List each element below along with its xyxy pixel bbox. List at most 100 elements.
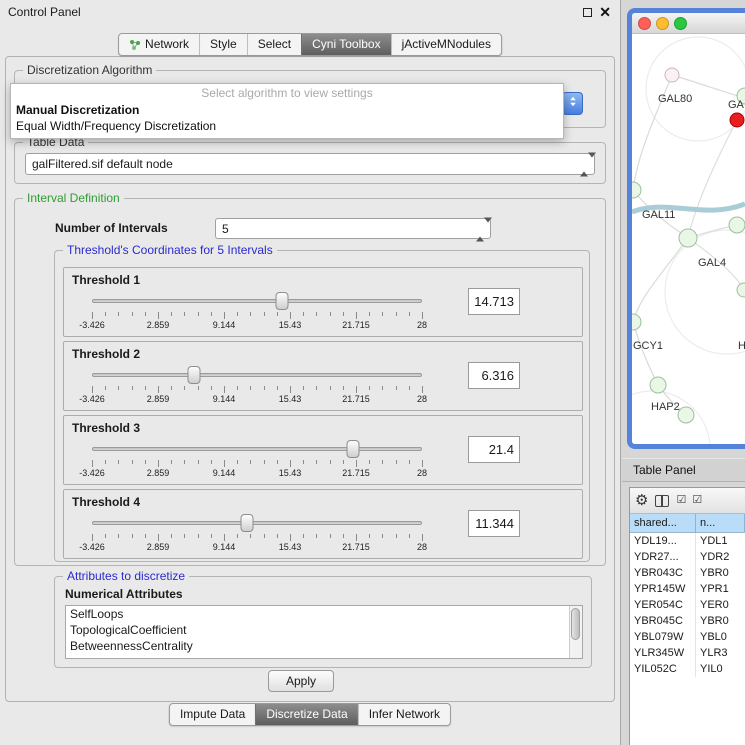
- tab-jactivemnodules[interactable]: jActiveMNodules: [391, 34, 501, 55]
- tick-mark: [290, 460, 291, 467]
- table-row[interactable]: YLR345WYLR3: [630, 645, 745, 661]
- combo-placeholder-item[interactable]: Select algorithm to view settings: [11, 84, 563, 102]
- algorithm-option-equal-width-frequency-discretization[interactable]: Equal Width/Frequency Discretization: [11, 118, 563, 134]
- network-node[interactable]: [632, 182, 641, 198]
- tick-mark: [211, 386, 212, 390]
- tab-cyni-toolbox[interactable]: Cyni Toolbox: [301, 34, 390, 55]
- cell-shared-name: YDL19...: [630, 533, 696, 549]
- node-label: GAL11: [642, 209, 675, 221]
- table-row[interactable]: YBR045CYBR0: [630, 613, 745, 629]
- slider-ticks: [92, 386, 422, 393]
- cell-shared-name: YPR145W: [630, 581, 696, 597]
- table-header-row: shared...n...: [630, 514, 745, 533]
- tick-mark: [409, 386, 410, 390]
- network-node[interactable]: [730, 113, 744, 127]
- tick-label: -3.426: [79, 320, 105, 330]
- tab-infer-network[interactable]: Infer Network: [358, 704, 450, 725]
- table-row[interactable]: YBR043CYBR0: [630, 565, 745, 581]
- tick-mark: [132, 386, 133, 390]
- tab-label: jActiveMNodules: [402, 34, 491, 55]
- network-node[interactable]: [737, 283, 745, 297]
- scrollbar[interactable]: [569, 606, 582, 658]
- slider-thumb[interactable]: [241, 514, 254, 532]
- attribute-item-topologicalcoefficient[interactable]: TopologicalCoefficient: [66, 622, 582, 638]
- tick-label: 28: [417, 468, 427, 478]
- column-header-1[interactable]: shared...: [630, 514, 696, 532]
- tick-mark: [145, 312, 146, 316]
- tick-mark: [171, 312, 172, 316]
- network-edge[interactable]: [688, 120, 737, 238]
- tick-mark: [264, 460, 265, 464]
- tab-network[interactable]: Network: [119, 34, 199, 55]
- tab-discretize-data[interactable]: Discretize Data: [255, 704, 357, 725]
- network-node[interactable]: [632, 314, 641, 330]
- checkbox-icon[interactable]: ☑: [692, 495, 701, 506]
- columns-icon[interactable]: [655, 495, 669, 507]
- network-edge[interactable]: [633, 238, 688, 322]
- tick-mark: [343, 312, 344, 316]
- network-canvas[interactable]: GAL80GAGAL11GAL4GCY1HAP2H: [632, 34, 745, 444]
- slider-thumb[interactable]: [276, 292, 289, 310]
- threshold-value-field[interactable]: 14.713: [468, 288, 520, 315]
- tab-style[interactable]: Style: [199, 34, 247, 55]
- gear-icon[interactable]: ⚙: [635, 493, 648, 508]
- table-panel-title: Table Panel: [633, 459, 745, 481]
- algorithm-combo-stepper[interactable]: [562, 92, 583, 115]
- table-row[interactable]: YPR145WYPR1: [630, 581, 745, 597]
- number-of-intervals-label: Number of Intervals: [55, 221, 168, 235]
- apply-button[interactable]: Apply: [268, 670, 334, 692]
- number-of-intervals-combobox[interactable]: 5: [215, 218, 491, 239]
- cell-shared-name: YIL052C: [630, 661, 696, 677]
- table-row[interactable]: YIL052CYIL0: [630, 661, 745, 677]
- slider-thumb[interactable]: [188, 366, 201, 384]
- network-window-titlebar[interactable]: [632, 13, 745, 34]
- threshold-value-field[interactable]: 21.4: [468, 436, 520, 463]
- tick-label: 2.859: [147, 394, 170, 404]
- table-data-combobox[interactable]: galFiltered.sif default node: [25, 153, 595, 175]
- attribute-item-selfloops[interactable]: SelfLoops: [66, 606, 582, 622]
- table-row[interactable]: YDL19...YDL1: [630, 533, 745, 549]
- tick-mark: [237, 460, 238, 464]
- tick-label: 2.859: [147, 468, 170, 478]
- mac-close-button[interactable]: [638, 17, 651, 30]
- network-node[interactable]: [665, 68, 679, 82]
- slider-track[interactable]: [92, 521, 422, 525]
- network-node[interactable]: [729, 217, 745, 233]
- threshold-value-field[interactable]: 11.344: [468, 510, 520, 537]
- network-edge[interactable]: [633, 322, 658, 385]
- network-node[interactable]: [678, 407, 694, 423]
- cell-name: YBR0: [696, 613, 745, 629]
- slider-track[interactable]: [92, 447, 422, 451]
- column-header-2[interactable]: n...: [696, 514, 745, 532]
- attributes-list[interactable]: SelfLoopsTopologicalCoefficientBetweenne…: [65, 605, 583, 659]
- threshold-value-field[interactable]: 6.316: [468, 362, 520, 389]
- threshold-slider: -3.4262.8599.14415.4321.71528: [92, 366, 422, 408]
- checkbox-icon[interactable]: ☑: [676, 495, 685, 506]
- threshold-slider: -3.4262.8599.14415.4321.71528: [92, 440, 422, 482]
- tick-mark: [356, 386, 357, 393]
- float-window-icon[interactable]: [583, 8, 592, 17]
- mac-zoom-button[interactable]: [674, 17, 687, 30]
- table-row[interactable]: YER054CYER0: [630, 597, 745, 613]
- table-row[interactable]: YBL079WYBL0: [630, 629, 745, 645]
- tick-mark: [356, 534, 357, 541]
- tick-mark: [250, 386, 251, 390]
- slider-track[interactable]: [92, 373, 422, 377]
- tab-impute-data[interactable]: Impute Data: [170, 704, 255, 725]
- slider-tick-labels: -3.4262.8599.14415.4321.71528: [92, 394, 422, 404]
- tab-select[interactable]: Select: [247, 34, 301, 55]
- network-node[interactable]: [679, 229, 697, 247]
- slider-track[interactable]: [92, 299, 422, 303]
- table-panel-header: Table Panel: [622, 458, 745, 482]
- tick-label: 2.859: [147, 320, 170, 330]
- slider-thumb[interactable]: [346, 440, 359, 458]
- tick-mark: [92, 386, 93, 393]
- scrollbar-thumb[interactable]: [571, 608, 580, 640]
- mac-minimize-button[interactable]: [656, 17, 669, 30]
- cell-name: YLR3: [696, 645, 745, 661]
- table-row[interactable]: YDR27...YDR2: [630, 549, 745, 565]
- algorithm-option-manual-discretization[interactable]: Manual Discretization: [11, 102, 563, 118]
- network-node[interactable]: [650, 377, 666, 393]
- attribute-item-betweennesscentrality[interactable]: BetweennessCentrality: [66, 638, 582, 654]
- close-icon[interactable]: ✕: [599, 4, 611, 21]
